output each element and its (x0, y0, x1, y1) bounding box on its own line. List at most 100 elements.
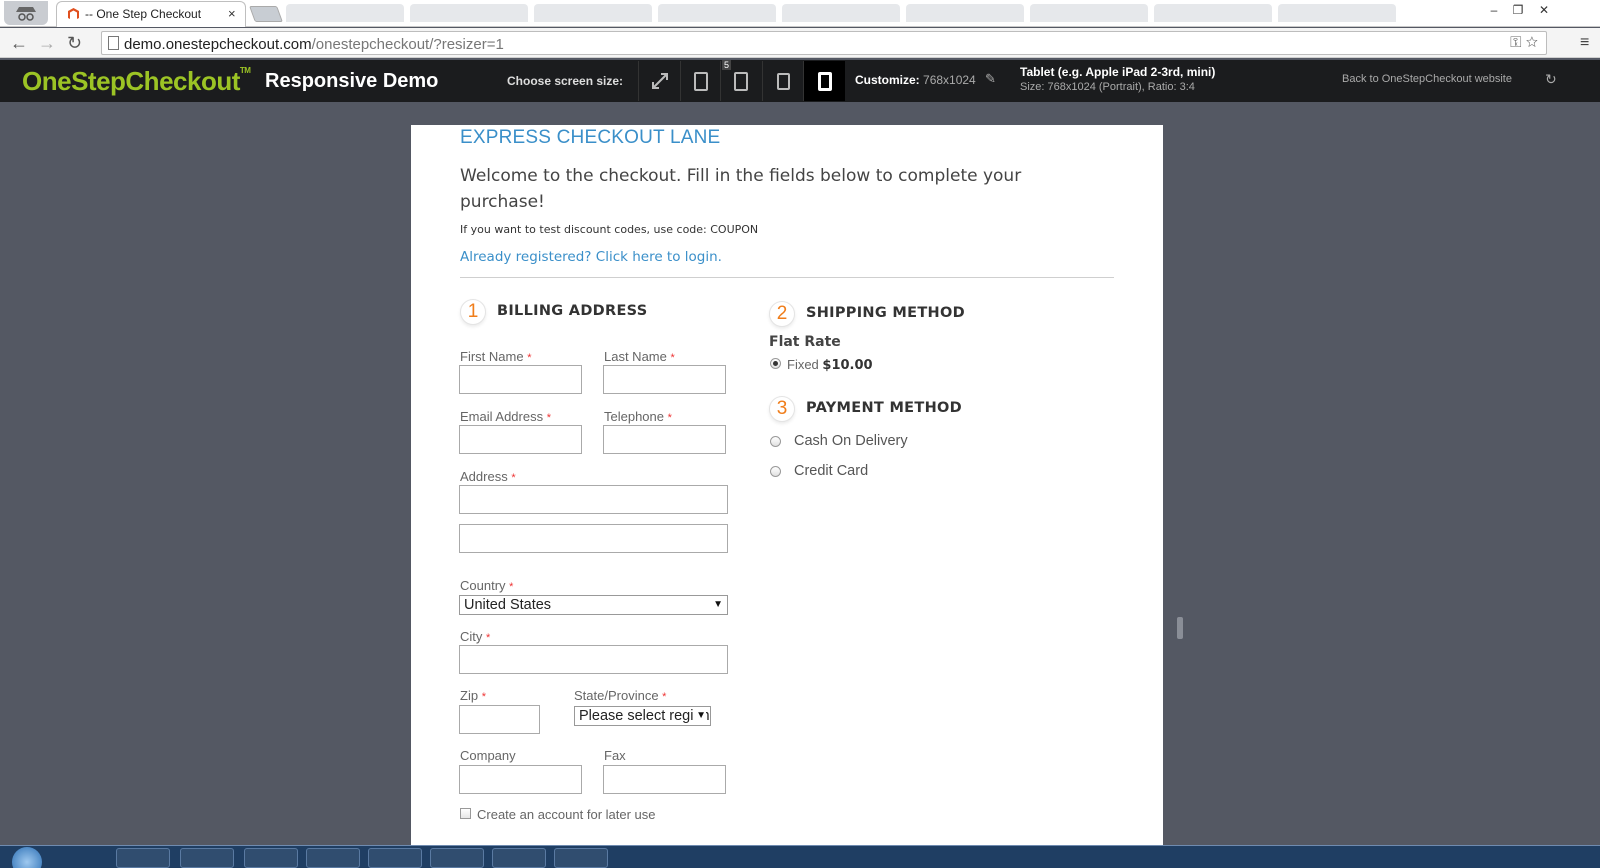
customize-label: Customize: (855, 73, 920, 87)
last-name-field[interactable] (603, 365, 726, 394)
create-account-label[interactable]: Create an account for later use (477, 807, 656, 822)
background-tab[interactable] (906, 4, 1024, 22)
shipping-method-name: Flat Rate (769, 334, 841, 350)
new-tab-button[interactable] (249, 6, 283, 22)
label-text: Last Name (604, 349, 667, 364)
country-select[interactable]: United States ▼ (459, 595, 728, 615)
label-text: Zip (460, 688, 479, 703)
device-tablet-portrait-button[interactable] (803, 61, 845, 101)
create-account-checkbox[interactable] (460, 808, 471, 819)
required-mark: * (662, 691, 667, 703)
zip-field[interactable] (459, 705, 540, 734)
taskbar-app[interactable] (368, 848, 422, 868)
back-icon[interactable]: ← (10, 33, 28, 53)
first-name-field[interactable] (459, 365, 582, 394)
background-tab[interactable] (782, 4, 900, 22)
label-text: Address (460, 469, 508, 484)
device-size-info: Size: 768x1024 (Portrait), Ratio: 3:4 (1020, 81, 1195, 93)
fax-field[interactable] (603, 765, 726, 794)
taskbar-app[interactable] (430, 848, 484, 868)
logo-tm: TM (239, 66, 251, 75)
label-text: First Name (460, 349, 524, 364)
divider (460, 277, 1114, 278)
pencil-icon[interactable]: ✎ (985, 71, 996, 87)
forward-icon[interactable]: → (38, 33, 56, 53)
customize-size[interactable]: Customize: 768x1024 (855, 73, 976, 87)
taskbar-app[interactable] (306, 848, 360, 868)
bookmark-star-icon[interactable]: ☆ (1526, 34, 1538, 51)
telephone-label: Telephone * (604, 409, 672, 424)
fullscreen-button[interactable] (638, 61, 680, 101)
address-line2-field[interactable] (459, 524, 728, 553)
taskbar-app[interactable] (116, 848, 170, 868)
city-field[interactable] (459, 645, 728, 674)
taskbar-app[interactable] (492, 848, 546, 868)
window-minimize-icon[interactable]: – (1482, 2, 1506, 18)
dropdown-arrow-icon: ▼ (713, 599, 723, 610)
back-to-website-link[interactable]: Back to OneStepCheckout website (1342, 73, 1512, 85)
step-number: 3 (769, 396, 795, 422)
first-name-label: First Name * (460, 349, 531, 364)
address-line1-field[interactable] (459, 485, 728, 514)
email-field[interactable] (459, 425, 582, 454)
state-select[interactable]: Please select region ▼ (574, 706, 711, 726)
background-tab[interactable] (410, 4, 528, 22)
required-mark: * (511, 472, 516, 484)
url-input[interactable]: demo.onestepcheckout.com/onestepcheckout… (101, 31, 1547, 55)
tablet-icon (777, 73, 790, 90)
refresh-icon[interactable]: ↻ (1545, 71, 1557, 88)
key-icon[interactable]: ⚿ (1510, 34, 1521, 51)
frame-scrollbar[interactable] (1177, 617, 1183, 639)
reload-icon[interactable]: ↻ (67, 33, 82, 53)
label-text: Country (460, 578, 506, 593)
cash-on-delivery-label[interactable]: Cash On Delivery (794, 433, 908, 449)
demo-title: Responsive Demo (265, 70, 439, 92)
taskbar-app[interactable] (554, 848, 608, 868)
device-phone-portrait-button[interactable] (680, 61, 722, 101)
label-text: Telephone (604, 409, 664, 424)
telephone-field[interactable] (603, 425, 726, 454)
step-number: 1 (460, 299, 486, 325)
tab-title: -- One Step Checkout (85, 7, 202, 21)
company-field[interactable] (459, 765, 582, 794)
background-tab[interactable] (286, 4, 404, 22)
phone-icon (734, 72, 748, 91)
country-label: Country * (460, 578, 513, 593)
option-price: $10.00 (822, 358, 873, 373)
page-title: EXPRESS CHECKOUT LANE (460, 127, 721, 148)
welcome-text: Welcome to the checkout. Fill in the fie… (460, 166, 1022, 212)
shipping-title: SHIPPING METHOD (806, 305, 965, 321)
background-tab[interactable] (658, 4, 776, 22)
login-link[interactable]: Already registered? Click here to login. (460, 249, 722, 265)
magento-favicon-icon (68, 8, 79, 19)
background-tab[interactable] (1030, 4, 1148, 22)
cash-on-delivery-radio[interactable] (770, 436, 781, 447)
flat-rate-radio[interactable] (770, 358, 781, 369)
taskbar-app[interactable] (244, 848, 298, 868)
state-label: State/Province * (574, 688, 666, 703)
background-tab[interactable] (1154, 4, 1272, 22)
device-title: Tablet (e.g. Apple iPad 2-3rd, mini) (1020, 65, 1216, 79)
required-mark: * (486, 632, 491, 644)
window-maximize-icon[interactable]: ❐ (1506, 2, 1530, 18)
taskbar-app[interactable] (180, 848, 234, 868)
discount-note: If you want to test discount codes, use … (460, 223, 759, 236)
window-close-icon[interactable]: ✕ (1532, 2, 1556, 18)
browser-menu-icon[interactable]: ≡ (1580, 34, 1589, 52)
credit-card-label[interactable]: Credit Card (794, 463, 868, 479)
background-tab[interactable] (534, 4, 652, 22)
page-icon (108, 36, 119, 50)
browser-tab-active[interactable]: -- One Step Checkout × (56, 1, 246, 27)
start-button[interactable] (12, 847, 42, 868)
device-tablet-small-button[interactable] (762, 61, 804, 101)
background-tab[interactable] (1278, 4, 1396, 22)
credit-card-radio[interactable] (770, 466, 781, 477)
tab-close-icon[interactable]: × (228, 6, 236, 21)
required-mark: * (509, 581, 514, 593)
incognito-icon (4, 1, 48, 25)
label-text: State/Province (574, 688, 659, 703)
zip-label: Zip * (460, 688, 486, 703)
flat-rate-option[interactable]: Fixed $10.00 (787, 357, 873, 373)
onestepcheckout-logo[interactable]: OneStepCheckoutTM (22, 66, 251, 97)
expand-icon (652, 73, 668, 89)
